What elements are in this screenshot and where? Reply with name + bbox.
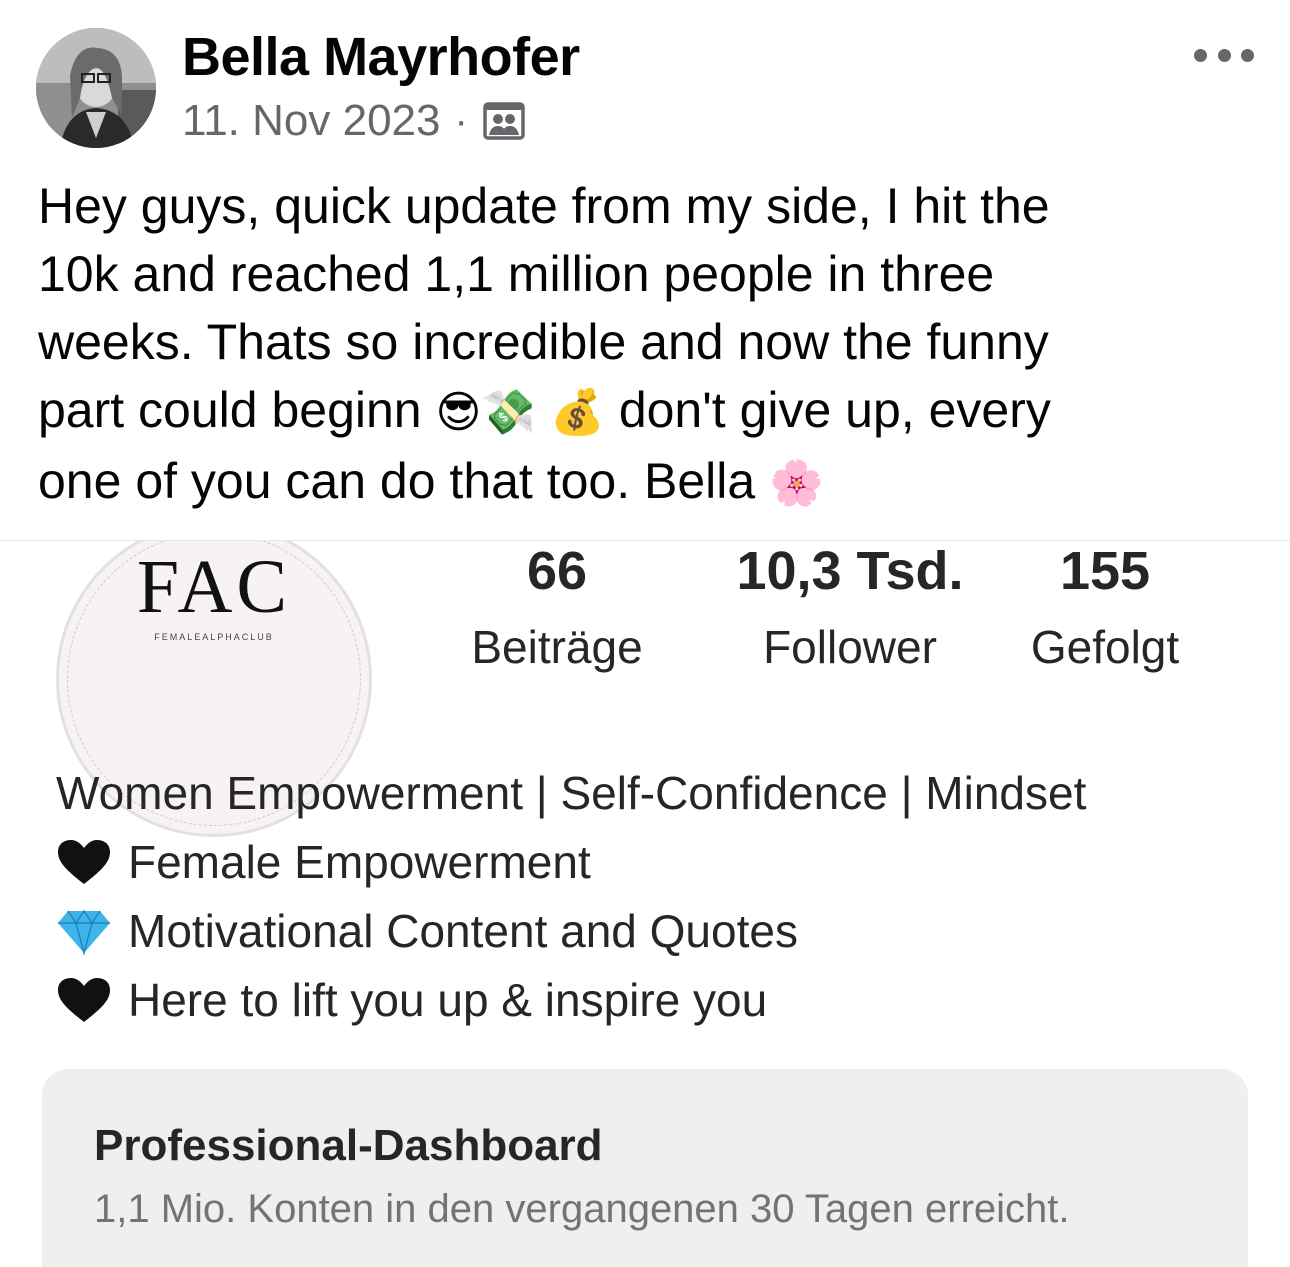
post-text-line: part could beginn 😎💸 💰 don't give up, ev… [38, 382, 1051, 438]
dashboard-title: Professional-Dashboard [94, 1121, 603, 1170]
stat-value: 66 [526, 541, 588, 601]
stat-value: 10,3 Tsd. [736, 541, 964, 601]
bio-line: Motivational Content and Quotes [56, 897, 1086, 966]
stat-label: Follower [763, 621, 937, 673]
author-avatar[interactable] [36, 28, 156, 148]
money-with-wings-emoji-icon: 💸 [481, 387, 537, 438]
profile-stats: 66 Beiträge 10,3 Tsd. Follower 155 Gefol… [0, 541, 1290, 701]
stat-value: 155 [1059, 541, 1151, 601]
author-name[interactable]: Bella Mayrhofer [182, 26, 580, 88]
post-header: Bella Mayrhofer 11. Nov 2023 · [0, 0, 1290, 150]
black-heart-icon [56, 838, 118, 888]
post-meta: 11. Nov 2023 · [182, 96, 526, 146]
bio-line: Here to lift you up & inspire you [56, 966, 1086, 1035]
diamond-icon [56, 907, 118, 957]
black-heart-icon [56, 976, 118, 1026]
dashboard-subtitle: 1,1 Mio. Konten in den vergangenen 30 Ta… [94, 1187, 1070, 1231]
post-date[interactable]: 11. Nov 2023 [182, 96, 440, 146]
money-bag-emoji-icon: 💰 [550, 387, 605, 438]
shared-screenshot[interactable]: FAC FEMALEALPHACLUB 66 Beiträge 10,3 Tsd… [0, 540, 1290, 1267]
stat-following: 155 Gefolgt [1010, 541, 1200, 673]
professional-dashboard-card[interactable]: Professional-Dashboard 1,1 Mio. Konten i… [42, 1069, 1248, 1267]
sunglasses-emoji-icon: 😎 [435, 387, 482, 438]
stat-label: Beiträge [471, 621, 643, 673]
stat-followers: 10,3 Tsd. Follower [700, 541, 1000, 673]
profile-bio: Women Empowerment | Self-Confidence | Mi… [56, 759, 1086, 1035]
post-text-line: weeks. Thats so incredible and now the f… [38, 314, 1049, 370]
bio-line: Women Empowerment | Self-Confidence | Mi… [56, 767, 1087, 819]
bio-line: Female Empowerment [56, 828, 1086, 897]
meta-separator: · [454, 98, 468, 143]
post-text-line: one of you can do that too. Bella 🌸 [38, 453, 824, 509]
more-options-icon[interactable] [1194, 40, 1254, 70]
cherry-blossom-emoji-icon: 🌸 [769, 458, 824, 509]
post-text-line: 10k and reached 1,1 million people in th… [38, 246, 995, 302]
group-audience-icon[interactable] [482, 99, 526, 143]
stat-posts: 66 Beiträge [457, 541, 657, 673]
post-text-line: Hey guys, quick update from my side, I h… [38, 178, 1050, 234]
post-text: Hey guys, quick update from my side, I h… [38, 172, 1258, 518]
stat-label: Gefolgt [1030, 621, 1180, 673]
